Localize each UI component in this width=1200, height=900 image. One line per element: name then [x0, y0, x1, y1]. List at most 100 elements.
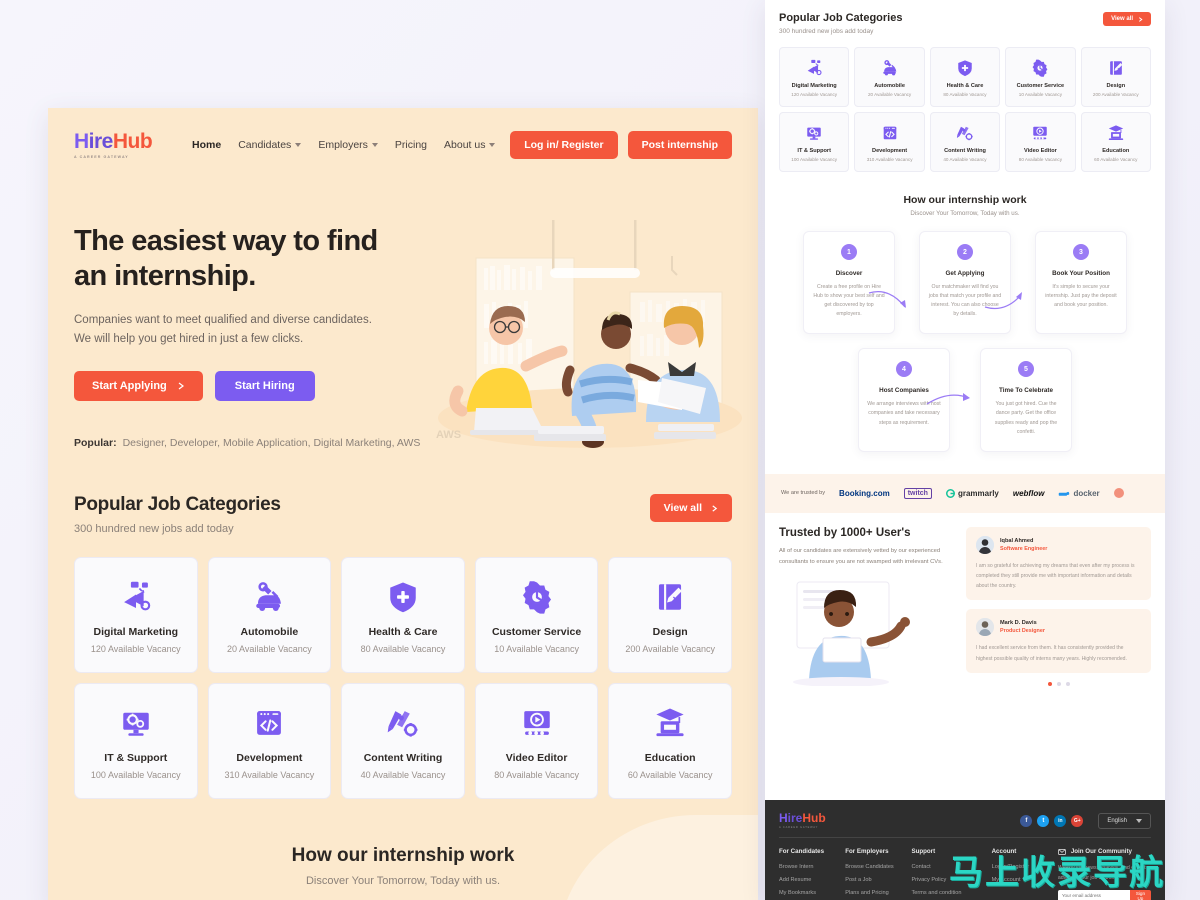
nav-item-candidates[interactable]: Candidates [238, 139, 302, 151]
footer-logo[interactable]: HireHub A CAREER GATEWAY [779, 812, 826, 829]
category-card-education[interactable]: Education 60 Available Vacancy [1080, 112, 1151, 172]
chevron-down-icon [1136, 818, 1142, 823]
step-card-4[interactable]: 4 Host Companies We arrange interviews w… [858, 348, 950, 452]
footer-link[interactable]: My Bookmarks [779, 890, 845, 896]
twitter-icon[interactable]: t [1037, 814, 1050, 827]
twitch-logo: twitch [903, 487, 932, 499]
pencil-gear-icon [956, 126, 973, 141]
step-card-5[interactable]: 5 Time To Celebrate You just got hired. … [980, 348, 1072, 452]
category-card-digital-marketing[interactable]: Digital Marketing 120 Available Vacancy [74, 557, 198, 673]
nav-item-home[interactable]: Home [192, 139, 221, 151]
category-card-development[interactable]: Development 310 Available Vacancy [207, 683, 332, 799]
category-card-digital-marketing[interactable]: Digital Marketing 120 Available Vacancy [779, 47, 850, 107]
category-card-it-support[interactable]: IT & Support 100 Available Vacancy [74, 683, 198, 799]
footer-link[interactable]: Add Resume [779, 877, 845, 883]
testimonial-name: Mark D. Davis [1000, 620, 1037, 627]
category-vacancy: 80 Available Vacancy [943, 92, 987, 97]
category-card-customer-service[interactable]: Customer Service 10 Available Vacancy [474, 557, 599, 673]
footer-link[interactable]: Post a Job [845, 877, 911, 883]
category-vacancy: 60 Available Vacancy [1094, 157, 1138, 162]
category-card-it-support[interactable]: IT & Support 100 Available Vacancy [779, 112, 850, 172]
footer-link[interactable]: Browse Candidates [845, 864, 911, 870]
start-hiring-button[interactable]: Start Hiring [214, 370, 315, 401]
nav-item-employers[interactable]: Employers [318, 139, 378, 151]
category-card-design[interactable]: Design 200 Available Vacancy [608, 557, 732, 673]
category-name: Automobile [874, 83, 905, 89]
gear-clock-icon [1008, 59, 1072, 77]
category-name: Digital Marketing [791, 83, 837, 89]
logo-tagline: A CAREER GATEWAY [74, 155, 129, 159]
pencil-gear-icon [933, 124, 997, 142]
step-card-1[interactable]: 1 Discover Create a free profile on Hire… [803, 231, 895, 335]
facebook-icon[interactable]: f [1020, 814, 1033, 827]
rp-categories-subtitle: 300 hundred new jobs add today [779, 28, 874, 35]
rp-category-grid: Digital Marketing 120 Available Vacancy Au… [779, 47, 1151, 172]
category-card-customer-service[interactable]: Customer Service 10 Available Vacancy [1005, 47, 1076, 107]
category-card-video-editor[interactable]: Video Editor 80 Available Vacancy [474, 683, 599, 799]
step-card-3[interactable]: 3 Book Your Position It's simple to secu… [1035, 231, 1127, 335]
login-register-button[interactable]: Log in/ Register [510, 131, 618, 159]
category-name: Development [872, 148, 908, 154]
nav-item-pricing[interactable]: Pricing [395, 139, 427, 151]
category-card-automobile[interactable]: Automobile 20 Available Vacancy [854, 47, 925, 107]
footer-logo-hub: Hub [802, 811, 826, 825]
car-repair-icon [857, 59, 921, 77]
carousel-dot-active[interactable] [1047, 681, 1052, 686]
step-name: Host Companies [879, 387, 929, 395]
category-card-health-care[interactable]: Health & Care 80 Available Vacancy [929, 47, 1001, 107]
category-vacancy: 80 Available Vacancy [360, 644, 446, 654]
rp-how-subtitle: Discover Your Tomorrow, Today with us. [910, 210, 1020, 217]
nav-item-pricing-label: Pricing [394, 139, 428, 151]
how-it-works-section-left: How our internship work Discover Your To… [48, 815, 758, 900]
partner-dot-icon [1113, 488, 1124, 499]
start-applying-button[interactable]: Start Applying [74, 370, 203, 401]
step-card-2[interactable]: 2 Get Applying Our matchmaker will find … [919, 231, 1011, 335]
code-window-icon [257, 711, 282, 735]
post-internship-button[interactable]: Post internship [627, 131, 732, 159]
gear-clock-icon [482, 580, 592, 614]
testimonial-illustration [793, 581, 910, 687]
category-name: Video Editor [505, 752, 568, 764]
testimonial-card-2[interactable]: Mark D. Davis Product Designer I had exc… [966, 609, 1151, 673]
testimonial-card-1[interactable]: Iqbal Ahmed Software Engineer I am so gr… [966, 526, 1151, 601]
category-card-design[interactable]: Design 200 Available Vacancy [1080, 47, 1151, 107]
view-all-button[interactable]: View all [649, 494, 732, 522]
footer-link[interactable]: Plans and Pricing [845, 890, 911, 896]
docker-logo: docker [1058, 489, 1100, 498]
category-card-health-care[interactable]: Health & Care 80 Available Vacancy [341, 557, 465, 673]
start-applying-label: Start Applying [92, 379, 167, 392]
megaphone-icon [807, 59, 822, 76]
linkedin-icon[interactable]: in [1054, 814, 1067, 827]
category-vacancy: 80 Available Vacancy [1018, 157, 1063, 162]
graduation-laptop-icon [656, 708, 684, 737]
category-vacancy: 60 Available Vacancy [627, 770, 713, 780]
step-description: It's simple to secure your internship. J… [1045, 284, 1117, 309]
carousel-dot[interactable] [1056, 681, 1061, 686]
language-selector[interactable]: English [1098, 812, 1151, 829]
top-navigation-bar: HireHub A CAREER GATEWAY Home Candidates… [48, 108, 758, 164]
footer-heading: For Candidates [779, 848, 825, 855]
category-card-video-editor[interactable]: Video Editor 80 Available Vacancy [1005, 112, 1076, 172]
google-plus-icon[interactable]: G+ [1071, 814, 1084, 827]
video-play-icon [1033, 126, 1048, 140]
category-name: IT & Support [104, 752, 168, 764]
monitor-gear-icon [807, 127, 821, 140]
shield-medical-icon [348, 580, 458, 614]
avatar-image [976, 618, 994, 637]
rp-view-all-button[interactable]: View all [1103, 12, 1151, 26]
chevron-right-icon [178, 382, 184, 390]
category-card-automobile[interactable]: Automobile 20 Available Vacancy [207, 557, 332, 673]
category-card-content-writing[interactable]: Content Writing 40 Available Vacancy [341, 683, 465, 799]
category-card-development[interactable]: Development 310 Available Vacancy [854, 112, 925, 172]
booking-logo: Booking.com [839, 488, 890, 498]
carousel-dot[interactable] [1065, 681, 1070, 686]
category-card-education[interactable]: Education 60 Available Vacancy [608, 683, 732, 799]
nav-item-about[interactable]: About us [444, 139, 496, 151]
category-vacancy: 310 Available Vacancy [866, 157, 913, 162]
footer-link[interactable]: Browse Intern [779, 864, 845, 870]
logo[interactable]: HireHub A CAREER GATEWAY [74, 131, 170, 159]
pen-design-icon [1109, 61, 1123, 75]
category-card-content-writing[interactable]: Content Writing 40 Available Vacancy [929, 112, 1001, 172]
popular-values[interactable]: Designer, Developer, Mobile Application,… [123, 437, 421, 449]
category-name: Health & Care [368, 626, 438, 638]
